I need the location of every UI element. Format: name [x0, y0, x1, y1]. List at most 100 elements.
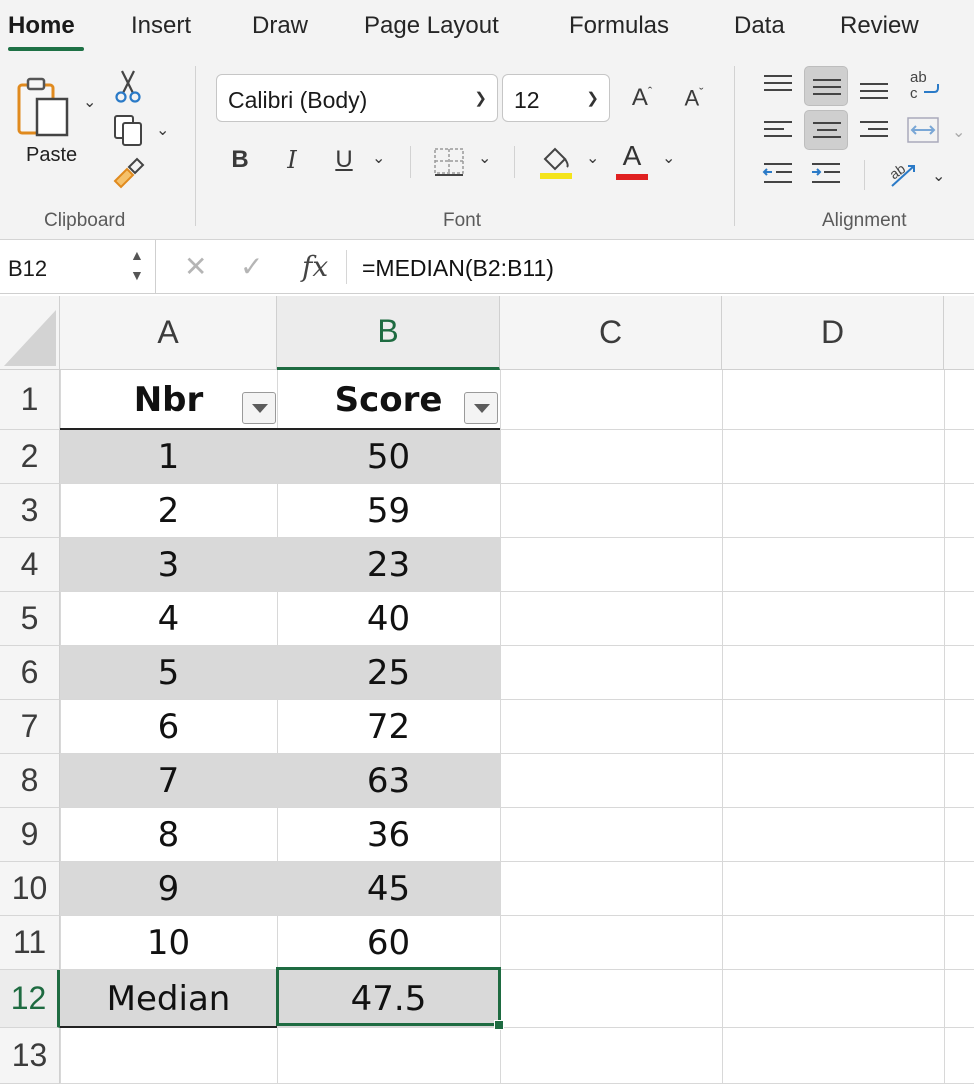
align-middle-button[interactable] — [804, 66, 848, 106]
enter-check-icon[interactable]: ✓ — [240, 250, 263, 283]
increase-font-size-button[interactable]: Aˆ — [624, 80, 660, 116]
filter-dropdown-score[interactable] — [464, 392, 498, 424]
orientation-button[interactable]: ab — [880, 154, 924, 194]
table-header-border — [60, 428, 500, 430]
cell-b6[interactable]: 25 — [277, 646, 500, 699]
align-right-icon — [860, 121, 888, 137]
cell-b4[interactable]: 23 — [277, 538, 500, 591]
cell-a12[interactable]: Median — [60, 970, 277, 1027]
row-header-1[interactable]: 1 — [0, 370, 60, 430]
divider — [346, 250, 347, 284]
column-header-b[interactable]: B — [277, 296, 500, 370]
orientation-options-chevron-icon[interactable]: ⌄ — [932, 166, 945, 186]
cell-a5[interactable]: 4 — [60, 592, 277, 645]
wrap-text-button[interactable]: ab c — [902, 66, 946, 106]
cell-b2[interactable]: 50 — [277, 430, 500, 483]
column-header-c[interactable]: C — [500, 296, 722, 370]
cell-a10[interactable]: 9 — [60, 862, 277, 915]
tab-insert[interactable]: Insert — [131, 12, 191, 40]
paste-button[interactable] — [14, 72, 78, 144]
row-header-5[interactable]: 5 — [0, 592, 60, 646]
cell-a6[interactable]: 5 — [60, 646, 277, 699]
format-painter-button[interactable] — [110, 156, 146, 190]
tab-draw[interactable]: Draw — [252, 12, 308, 40]
row-header-6[interactable]: 6 — [0, 646, 60, 700]
row-header-9[interactable]: 9 — [0, 808, 60, 862]
italic-button[interactable]: I — [278, 142, 306, 178]
fill-color-button[interactable] — [536, 142, 576, 182]
copy-options-chevron-icon[interactable]: ⌄ — [156, 120, 169, 140]
merge-options-chevron-icon[interactable]: ⌄ — [952, 122, 965, 142]
row-header-3[interactable]: 3 — [0, 484, 60, 538]
borders-icon — [434, 148, 464, 176]
tab-formulas[interactable]: Formulas — [569, 12, 669, 40]
cell-a11[interactable]: 10 — [60, 916, 277, 969]
row-header-13[interactable]: 13 — [0, 1028, 60, 1084]
active-tab-indicator — [8, 47, 84, 51]
svg-text:c: c — [910, 85, 918, 102]
merge-center-button[interactable] — [902, 110, 946, 150]
fill-handle[interactable] — [494, 1020, 504, 1030]
underline-options-chevron-icon[interactable]: ⌄ — [372, 148, 385, 168]
underline-button[interactable]: U — [330, 142, 358, 178]
align-right-button[interactable] — [852, 110, 896, 150]
row-header-10[interactable]: 10 — [0, 862, 60, 916]
cancel-icon[interactable]: ✕ — [184, 250, 207, 283]
cell-a8[interactable]: 7 — [60, 754, 277, 807]
tab-data[interactable]: Data — [734, 12, 785, 40]
cell-b10[interactable]: 45 — [277, 862, 500, 915]
insert-function-icon[interactable]: fx — [302, 250, 328, 283]
borders-button[interactable] — [430, 144, 468, 180]
fill-color-options-chevron-icon[interactable]: ⌄ — [586, 148, 599, 168]
align-top-button[interactable] — [756, 66, 800, 106]
formula-input[interactable]: =MEDIAN(B2:B11) — [362, 255, 554, 282]
row-header-11[interactable]: 11 — [0, 916, 60, 970]
tab-page-layout[interactable]: Page Layout — [364, 12, 499, 40]
cell-b7[interactable]: 72 — [277, 700, 500, 753]
cell-b9[interactable]: 36 — [277, 808, 500, 861]
name-box-stepper[interactable]: ▲ ▼ — [130, 245, 144, 285]
column-header-a[interactable]: A — [60, 296, 277, 370]
tab-review[interactable]: Review — [840, 12, 919, 40]
font-size-select[interactable]: 12 ❯ — [502, 74, 610, 122]
copy-button[interactable] — [110, 112, 146, 148]
select-all-corner[interactable] — [0, 296, 60, 370]
row-header-12[interactable]: 12 — [0, 970, 60, 1028]
align-bottom-button[interactable] — [852, 66, 896, 106]
name-box[interactable]: B12 ▲ ▼ — [0, 240, 156, 294]
cell-b11[interactable]: 60 — [277, 916, 500, 969]
increase-indent-button[interactable] — [804, 154, 848, 194]
tab-home[interactable]: Home — [8, 12, 75, 40]
row-header-2[interactable]: 2 — [0, 430, 60, 484]
cell-a9[interactable]: 8 — [60, 808, 277, 861]
decrease-font-size-button[interactable]: Aˇ — [676, 80, 712, 116]
font-size-value: 12 — [514, 87, 540, 113]
column-header-e[interactable] — [944, 296, 974, 370]
cell-a4[interactable]: 3 — [60, 538, 277, 591]
gridline — [944, 370, 945, 1084]
cut-button[interactable] — [112, 68, 144, 104]
row-header-7[interactable]: 7 — [0, 700, 60, 754]
column-header-d[interactable]: D — [722, 296, 944, 370]
paste-options-chevron-icon[interactable]: ⌄ — [83, 92, 96, 112]
cell-a7[interactable]: 6 — [60, 700, 277, 753]
font-color-options-chevron-icon[interactable]: ⌄ — [662, 148, 675, 168]
align-middle-icon — [813, 79, 841, 95]
cell-a2[interactable]: 1 — [60, 430, 277, 483]
cell-b8[interactable]: 63 — [277, 754, 500, 807]
align-top-icon — [764, 75, 792, 91]
cell-b5[interactable]: 40 — [277, 592, 500, 645]
decrease-indent-button[interactable] — [756, 154, 800, 194]
worksheet-grid[interactable]: Nbr Score 1 50 2 59 3 23 4 40 5 25 6 72 7 63 8 36 9 45 10 60 M… — [0, 296, 974, 1084]
font-family-select[interactable]: Calibri (Body) ❯ — [216, 74, 498, 122]
filter-dropdown-nbr[interactable] — [242, 392, 276, 424]
row-header-4[interactable]: 4 — [0, 538, 60, 592]
align-left-button[interactable] — [756, 110, 800, 150]
font-color-button[interactable]: A — [612, 140, 652, 182]
bold-button[interactable]: B — [226, 142, 254, 178]
align-center-button[interactable] — [804, 110, 848, 150]
cell-b3[interactable]: 59 — [277, 484, 500, 537]
borders-options-chevron-icon[interactable]: ⌄ — [478, 148, 491, 168]
cell-a3[interactable]: 2 — [60, 484, 277, 537]
row-header-8[interactable]: 8 — [0, 754, 60, 808]
